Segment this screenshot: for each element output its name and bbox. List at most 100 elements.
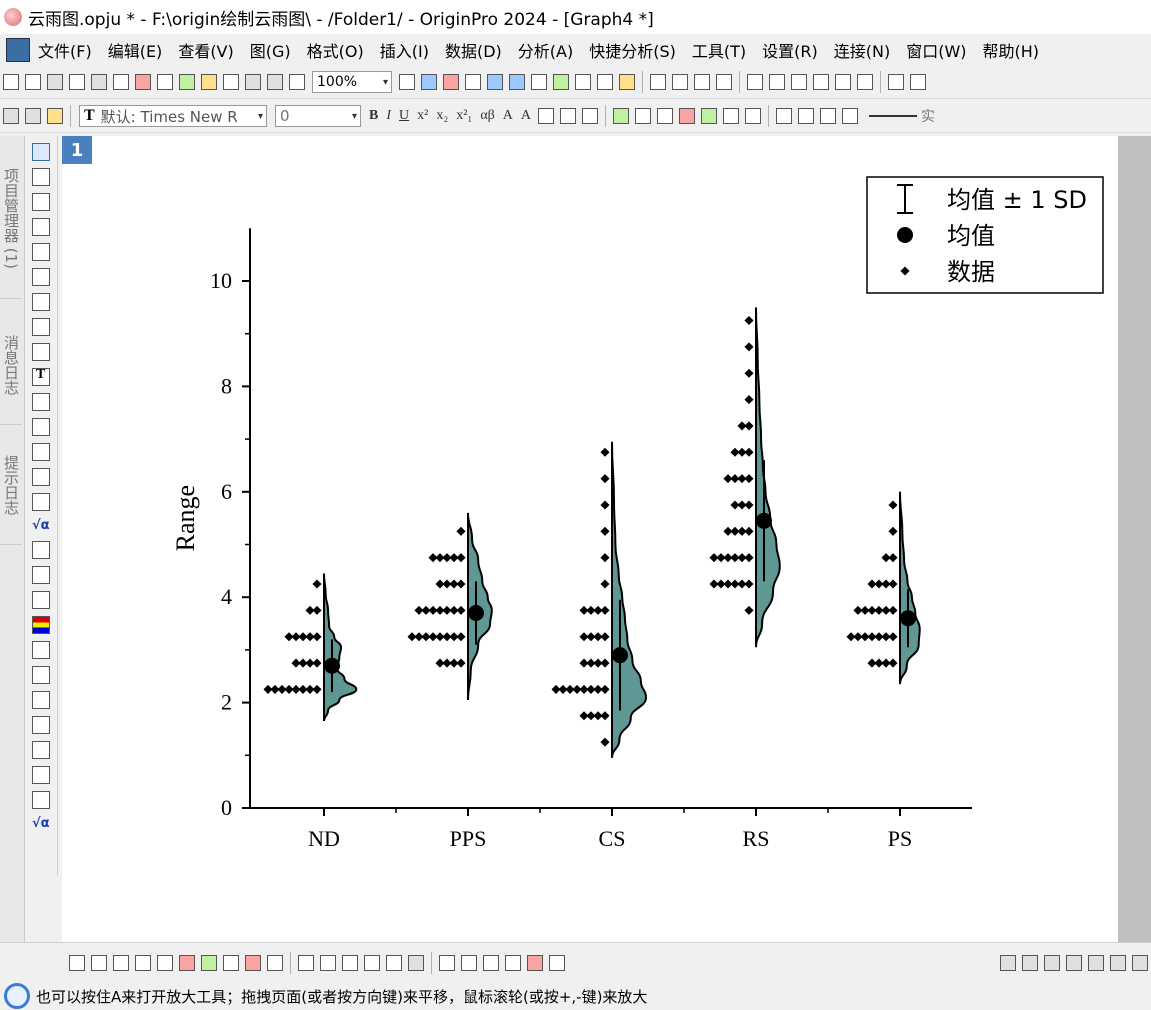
align-vertical-icon[interactable] (1066, 955, 1082, 971)
menu-view[interactable]: 查看(V) (178, 38, 233, 62)
app-center-icon[interactable] (619, 74, 635, 90)
menu-data[interactable]: 数据(D) (445, 38, 502, 62)
shape-tool-icon[interactable] (32, 468, 50, 486)
menu-analysis[interactable]: 分析(A) (518, 38, 573, 62)
font-select[interactable]: T 默认: Times New R (79, 105, 267, 127)
sort-icon[interactable] (694, 74, 710, 90)
bring-front-icon[interactable] (1132, 955, 1148, 971)
open-template-icon[interactable] (223, 74, 239, 90)
new-sheet-icon[interactable] (91, 74, 107, 90)
new-graph-icon[interactable] (113, 74, 129, 90)
extract-layer-icon[interactable] (679, 108, 696, 124)
open-icon[interactable] (201, 74, 217, 90)
cut-icon[interactable] (3, 108, 19, 124)
filter-icon[interactable] (813, 74, 829, 90)
template-icon[interactable] (267, 955, 283, 971)
line-style-label[interactable]: 实 (921, 106, 935, 126)
add-inset-icon[interactable] (701, 108, 718, 124)
line-tool-icon[interactable] (32, 443, 50, 461)
color-scale-icon[interactable] (32, 616, 50, 634)
3d-bar-icon[interactable] (342, 955, 358, 971)
worksheet-icon[interactable] (32, 791, 50, 809)
menu-settings[interactable]: 设置(R) (762, 38, 818, 62)
copy-icon[interactable] (25, 108, 41, 124)
align-icon[interactable] (538, 108, 555, 124)
annotation-icon[interactable] (32, 293, 50, 311)
menu-insert[interactable]: 插入(I) (380, 38, 429, 62)
new-notes-icon[interactable] (157, 74, 173, 90)
menu-window[interactable]: 窗口(W) (906, 38, 966, 62)
subscript-icon[interactable]: x₂ (436, 108, 448, 124)
add-plot-icon[interactable] (888, 74, 904, 90)
column-statistics-icon[interactable] (672, 74, 688, 90)
tab-hints-log[interactable]: 提示日志 (0, 426, 22, 545)
latex-icon[interactable] (32, 816, 50, 832)
script-window-icon[interactable] (597, 74, 613, 90)
new-project-icon[interactable] (3, 74, 19, 90)
layer-icon[interactable] (613, 108, 630, 124)
send-back-icon[interactable] (1110, 955, 1126, 971)
merge-graph-icon[interactable] (657, 108, 674, 124)
rectangle-tool-icon[interactable] (32, 393, 50, 411)
paste-icon[interactable] (47, 108, 63, 124)
refresh-icon[interactable] (465, 74, 481, 90)
remove-filter-icon[interactable] (835, 74, 851, 90)
group-icon[interactable] (439, 955, 455, 971)
layer-icon-tool[interactable] (32, 666, 50, 684)
error-bar-icon[interactable] (505, 955, 521, 971)
stock-plot-icon[interactable] (245, 955, 261, 971)
command-window-icon[interactable] (575, 74, 591, 90)
column-plot-bottom-icon[interactable] (135, 955, 151, 971)
mask-icon[interactable] (483, 955, 499, 971)
menu-graph[interactable]: 图(G) (250, 38, 291, 62)
line-color-icon[interactable] (820, 108, 837, 124)
new-folder-icon[interactable] (25, 74, 41, 90)
tab-project-explorer[interactable]: 项目管理器 (1) (0, 140, 22, 299)
box-plot-icon[interactable] (179, 955, 195, 971)
insert-object-icon[interactable] (32, 591, 50, 609)
arrange-layers-icon[interactable] (745, 108, 762, 124)
project-explorer-icon[interactable] (509, 74, 525, 90)
add-graph-icon[interactable] (32, 741, 50, 759)
menu-connect[interactable]: 连接(N) (834, 38, 890, 62)
zoom-out-icon[interactable] (32, 193, 50, 211)
reapply-filter-icon[interactable] (857, 74, 873, 90)
layer-number-icon[interactable] (635, 108, 652, 124)
recalculate-icon[interactable] (289, 74, 305, 90)
superscript-icon[interactable]: x² (417, 108, 428, 124)
underline-icon[interactable]: U (399, 108, 409, 124)
zoom-in-icon[interactable] (32, 168, 50, 186)
align-horizontal-icon[interactable] (1088, 955, 1104, 971)
code-builder-icon[interactable] (553, 74, 569, 90)
insert-graph-icon[interactable] (32, 541, 50, 559)
heatmap-icon[interactable] (386, 955, 402, 971)
hand-icon[interactable] (32, 493, 50, 511)
line-style-icon[interactable] (869, 115, 918, 117)
font-color-icon[interactable] (582, 108, 599, 124)
3d-plot-icon[interactable] (298, 955, 314, 971)
new-layout-icon[interactable] (135, 74, 151, 90)
save-icon[interactable] (245, 74, 261, 90)
legend[interactable]: 均值 ± 1 SD 均值数据 (866, 176, 1104, 294)
table-icon[interactable] (32, 691, 50, 709)
align-bottom-icon[interactable] (549, 955, 565, 971)
superscript-subscript-icon[interactable]: x²₁ (456, 108, 472, 124)
line-symbol-plot-icon[interactable] (113, 955, 129, 971)
zoom-select[interactable]: 100% (312, 71, 392, 93)
pointer-icon[interactable] (32, 143, 50, 161)
column-plot-icon[interactable] (747, 74, 763, 90)
draw-data-icon[interactable] (32, 318, 50, 336)
column-bar-icon[interactable] (560, 108, 577, 124)
save-template-icon[interactable] (267, 74, 283, 90)
contour-icon[interactable] (364, 955, 380, 971)
menu-edit[interactable]: 编辑(E) (108, 38, 163, 62)
pattern-icon[interactable] (798, 108, 815, 124)
duplicate-icon[interactable] (487, 74, 503, 90)
fill-color-icon[interactable] (776, 108, 793, 124)
add-column-icon[interactable] (650, 74, 666, 90)
export-icon[interactable] (421, 74, 437, 90)
ungroup-icon[interactable] (461, 955, 477, 971)
scale-bar-icon[interactable] (32, 641, 50, 659)
results-log-icon[interactable] (531, 74, 547, 90)
font-size-select[interactable]: 0 (275, 105, 361, 127)
